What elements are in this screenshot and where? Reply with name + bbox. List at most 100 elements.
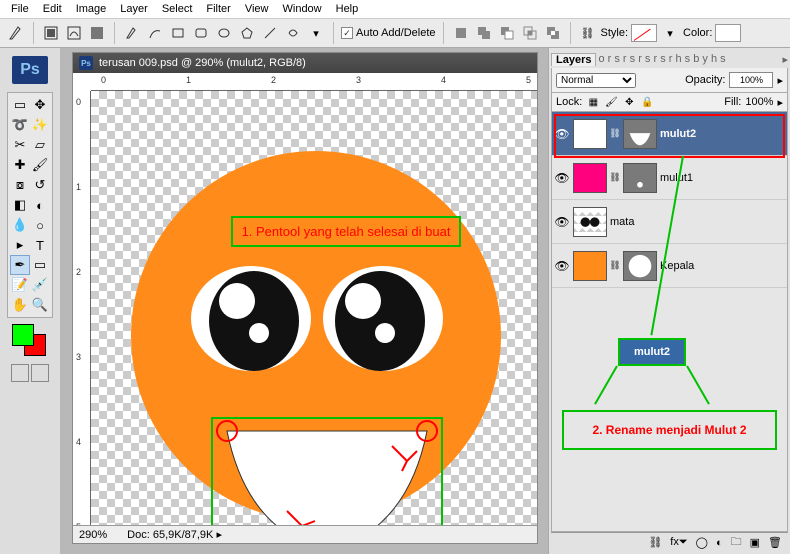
- stamp-tool-icon[interactable]: ⧇: [10, 175, 30, 195]
- layer-row-kepala[interactable]: 👁 ⛓ Kepala: [552, 244, 787, 288]
- visibility-toggle-icon[interactable]: 👁: [554, 170, 570, 186]
- polygon-shape-icon[interactable]: [237, 24, 257, 42]
- layer-mask-thumb[interactable]: [623, 251, 657, 281]
- ellipse-shape-icon[interactable]: [214, 24, 234, 42]
- visibility-toggle-icon[interactable]: 👁: [554, 214, 570, 230]
- pen-icon[interactable]: [122, 24, 142, 42]
- menu-image[interactable]: Image: [69, 1, 114, 17]
- artwork-highlight: [345, 283, 381, 319]
- line-shape-icon[interactable]: [260, 24, 280, 42]
- delete-layer-icon[interactable]: 🗑: [768, 536, 782, 549]
- slice-tool-icon[interactable]: ▱: [30, 135, 50, 155]
- menu-help[interactable]: Help: [329, 1, 366, 17]
- new-group-icon[interactable]: 🗀: [731, 533, 742, 552]
- layer-row-mulut1[interactable]: 👁 ⛓ mulut1: [552, 156, 787, 200]
- mask-link-icon[interactable]: ⛓: [610, 170, 620, 186]
- mask-link-icon[interactable]: ⛓: [610, 258, 620, 274]
- opacity-field[interactable]: 100%: [729, 72, 773, 88]
- style-dropdown-icon[interactable]: ▾: [660, 24, 680, 42]
- adjustment-layer-icon[interactable]: ◐: [716, 537, 723, 549]
- fill-pixels-icon[interactable]: [87, 24, 107, 42]
- visibility-toggle-icon[interactable]: 👁: [554, 126, 570, 142]
- quickmask-mode-icon[interactable]: [31, 364, 49, 382]
- pathop-exclude-icon[interactable]: [543, 24, 563, 42]
- link-icon[interactable]: ⛓: [578, 24, 598, 42]
- paths-icon[interactable]: [64, 24, 84, 42]
- pathop-new-icon[interactable]: [451, 24, 471, 42]
- menu-edit[interactable]: Edit: [36, 1, 69, 17]
- layer-thumb[interactable]: [573, 207, 607, 237]
- shape-layers-icon[interactable]: [41, 24, 61, 42]
- blur-tool-icon[interactable]: 💧: [10, 215, 30, 235]
- color-swatch[interactable]: [715, 24, 741, 42]
- brush-tool-icon[interactable]: 🖌: [30, 155, 50, 175]
- heal-tool-icon[interactable]: ✚: [10, 155, 30, 175]
- type-tool-icon[interactable]: T: [30, 235, 50, 255]
- crop-tool-icon[interactable]: ✂: [10, 135, 30, 155]
- layer-mask-thumb[interactable]: [623, 119, 657, 149]
- visibility-toggle-icon[interactable]: 👁: [554, 258, 570, 274]
- link-layers-icon[interactable]: ⛓: [648, 536, 662, 549]
- zoom-tool-icon[interactable]: 🔍: [30, 295, 50, 315]
- layer-thumb[interactable]: [573, 119, 607, 149]
- gradient-tool-icon[interactable]: ◐: [30, 195, 50, 215]
- pen-tool-icon[interactable]: ✒: [10, 255, 30, 275]
- tab-others[interactable]: o r s r s r s r s r h s b y h s: [598, 53, 780, 65]
- notes-tool-icon[interactable]: 📝: [10, 275, 30, 295]
- canvas[interactable]: 1. Pentool yang telah selesai di buat: [91, 91, 537, 525]
- lock-all-icon[interactable]: 🔒: [640, 95, 654, 109]
- pathop-add-icon[interactable]: [474, 24, 494, 42]
- layer-mask-thumb[interactable]: [623, 163, 657, 193]
- lasso-tool-icon[interactable]: ➰: [10, 115, 30, 135]
- hand-tool-icon[interactable]: ✋: [10, 295, 30, 315]
- mask-link-icon[interactable]: ⛓: [610, 126, 620, 142]
- path-select-tool-icon[interactable]: ▸: [10, 235, 30, 255]
- freeform-pen-icon[interactable]: [145, 24, 165, 42]
- lock-label: Lock:: [556, 96, 582, 108]
- custom-shape-icon[interactable]: [283, 24, 303, 42]
- menu-select[interactable]: Select: [155, 1, 200, 17]
- menu-layer[interactable]: Layer: [113, 1, 155, 17]
- opacity-flyout-icon[interactable]: ▸: [777, 74, 783, 87]
- fill-field[interactable]: 100%: [745, 96, 773, 108]
- marquee-tool-icon[interactable]: ▭: [10, 95, 30, 115]
- dodge-tool-icon[interactable]: ○: [30, 215, 50, 235]
- menu-file[interactable]: File: [4, 1, 36, 17]
- layer-mask-icon[interactable]: ◯: [696, 536, 708, 549]
- foreground-color-swatch[interactable]: [12, 324, 34, 346]
- eraser-tool-icon[interactable]: ◧: [10, 195, 30, 215]
- style-swatch[interactable]: [631, 24, 657, 42]
- lock-transparency-icon[interactable]: ▦: [586, 95, 600, 109]
- shape-tool-icon[interactable]: ▭: [30, 255, 50, 275]
- history-brush-tool-icon[interactable]: ↺: [30, 175, 50, 195]
- rectangle-shape-icon[interactable]: [168, 24, 188, 42]
- panel-menu-icon[interactable]: ▸: [782, 53, 788, 66]
- layer-style-icon[interactable]: fx⏷: [670, 536, 687, 549]
- fill-flyout-icon[interactable]: ▸: [777, 96, 783, 109]
- eyedropper-tool-icon[interactable]: 💉: [30, 275, 50, 295]
- layer-row-mulut2[interactable]: 👁 ⛓ mulut2: [552, 112, 787, 156]
- wand-tool-icon[interactable]: ✨: [30, 115, 50, 135]
- layer-thumb[interactable]: [573, 251, 607, 281]
- layer-name[interactable]: mata: [610, 216, 634, 228]
- zoom-level[interactable]: 290%: [79, 529, 107, 541]
- blend-mode-select[interactable]: Normal: [556, 73, 636, 88]
- pathop-intersect-icon[interactable]: [520, 24, 540, 42]
- auto-add-delete-checkbox[interactable]: ✓: [341, 27, 353, 39]
- pen-tool-indicator-icon[interactable]: [6, 24, 26, 42]
- lock-pixels-icon[interactable]: 🖌: [604, 95, 618, 109]
- menu-filter[interactable]: Filter: [199, 1, 237, 17]
- layer-thumb[interactable]: [573, 163, 607, 193]
- document-titlebar[interactable]: Ps terusan 009.psd @ 290% (mulut2, RGB/8…: [73, 53, 537, 73]
- menu-view[interactable]: View: [238, 1, 276, 17]
- rounded-rect-shape-icon[interactable]: [191, 24, 211, 42]
- menu-window[interactable]: Window: [276, 1, 329, 17]
- lock-position-icon[interactable]: ✥: [622, 95, 636, 109]
- pathop-subtract-icon[interactable]: [497, 24, 517, 42]
- shape-dropdown-icon[interactable]: ▾: [306, 24, 326, 42]
- layer-name[interactable]: mulut2: [660, 128, 696, 140]
- standard-mode-icon[interactable]: [11, 364, 29, 382]
- new-layer-icon[interactable]: ▣: [750, 536, 760, 549]
- tab-layers[interactable]: Layers: [551, 53, 596, 66]
- move-tool-icon[interactable]: ✥: [30, 95, 50, 115]
